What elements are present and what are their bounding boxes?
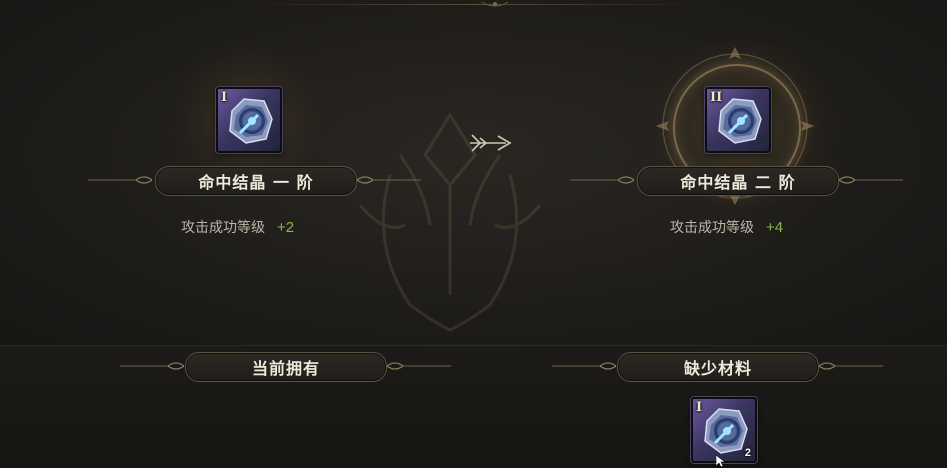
left-title-wing-icon [88,176,152,184]
current-crystal-item[interactable]: I [216,87,282,153]
left-title-wing-icon [552,362,616,370]
missing-section-title: 缺少材料 [683,359,752,378]
material-quantity: 2 [744,447,751,459]
top-ornament-icon [481,1,509,7]
next-stat-line: 攻击成功等级 +4 [670,217,783,237]
next-stat-label: 攻击成功等级 [670,220,754,236]
owned-section-header: 当前拥有 [185,352,387,382]
current-item-name-plate: 命中结晶 一 阶 [155,166,357,196]
current-stat-label: 攻击成功等级 [181,220,265,236]
tier-label: I [696,400,703,415]
left-title-wing-icon [570,176,634,184]
crest-watermark-icon [358,112,542,332]
missing-section-header: 缺少材料 [617,352,819,382]
next-item-name: 命中结晶 二 阶 [680,173,796,192]
tier-label: I [221,90,228,105]
owned-section-title: 当前拥有 [251,359,320,378]
tier-label: II [710,90,723,105]
next-crystal-item[interactable]: II [705,87,771,153]
mouse-cursor-icon [716,455,726,467]
upgrade-arrow-icon [470,134,512,152]
right-title-wing-icon [387,362,451,370]
current-item-name: 命中结晶 一 阶 [198,173,314,192]
next-stat-value: +4 [766,219,784,236]
left-title-wing-icon [120,362,184,370]
top-divider [250,4,700,5]
next-item-name-plate: 命中结晶 二 阶 [637,166,839,196]
accuracy-crystal-icon [229,98,273,144]
missing-material-item[interactable]: I 2 [691,397,757,463]
right-title-wing-icon [357,176,421,184]
current-stat-value: +2 [277,219,295,236]
right-title-wing-icon [839,176,903,184]
right-title-wing-icon [819,362,883,370]
current-stat-line: 攻击成功等级 +2 [181,217,294,237]
